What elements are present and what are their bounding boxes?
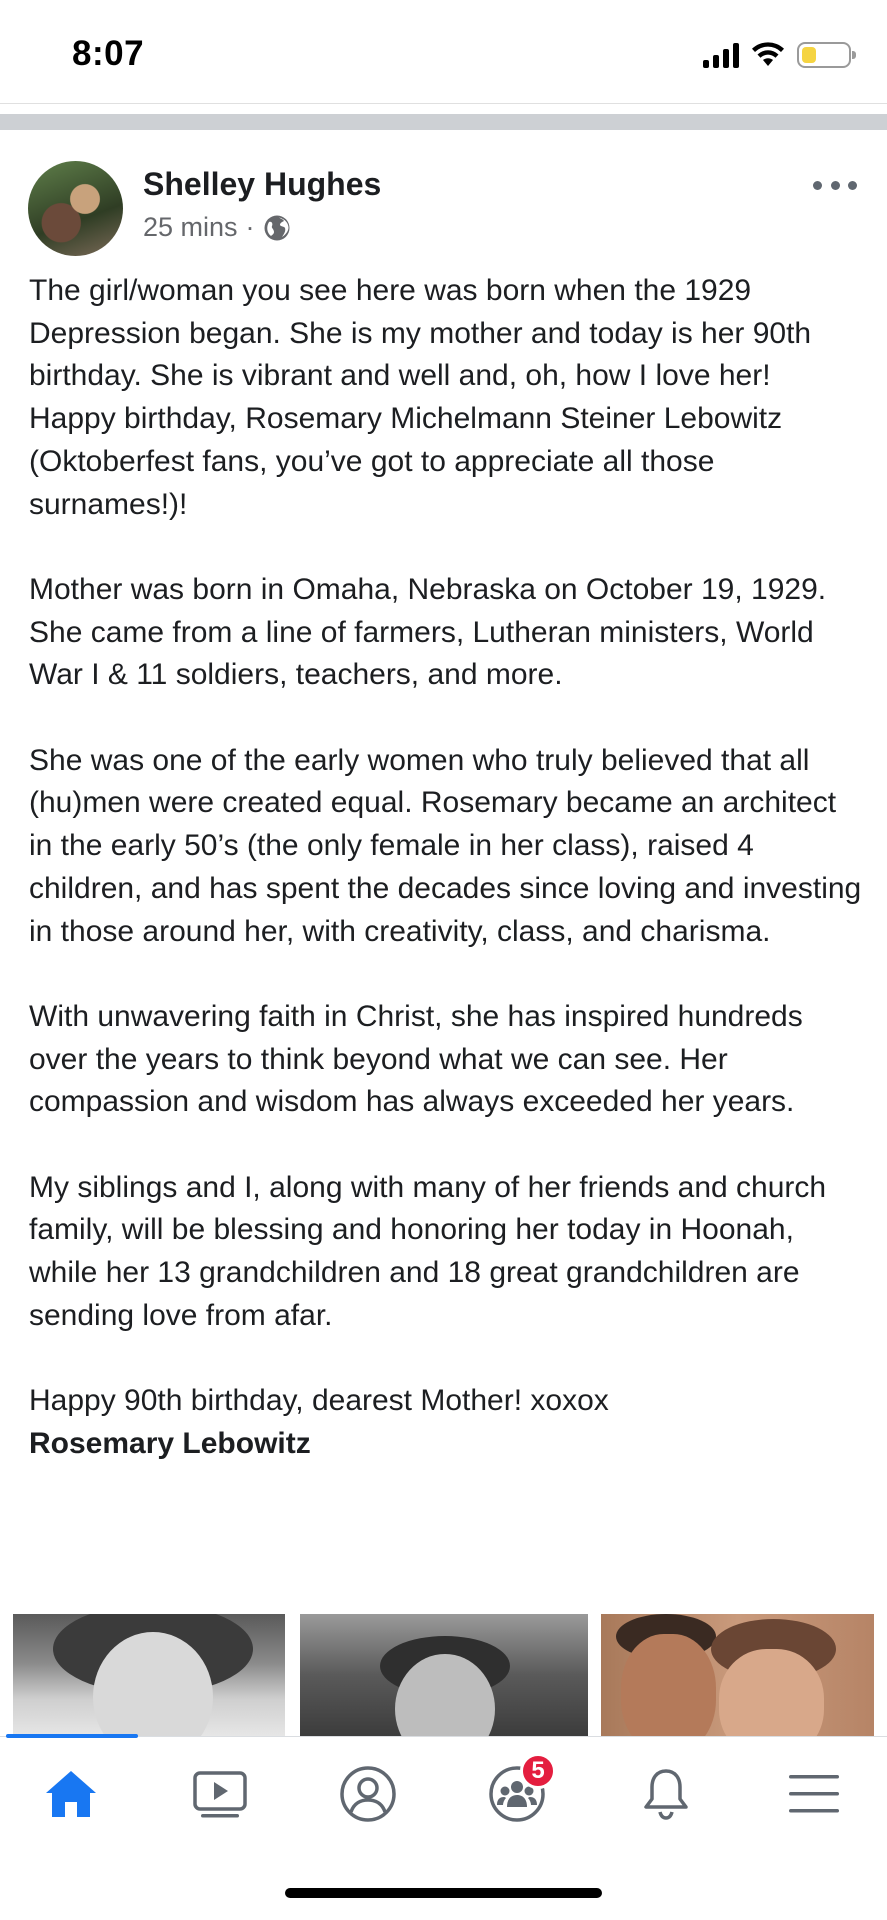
globe-icon[interactable] bbox=[263, 214, 291, 242]
status-time: 8:07 bbox=[72, 34, 145, 73]
post-text: The girl/woman you see here was born whe… bbox=[29, 270, 864, 1466]
wifi-icon bbox=[752, 42, 784, 66]
tab-profile[interactable] bbox=[323, 1759, 413, 1829]
groups-badge: 5 bbox=[520, 1753, 556, 1789]
closing-line: Happy 90th birthday, dearest Mother! xox… bbox=[29, 1384, 609, 1418]
more-options-icon[interactable] bbox=[813, 178, 857, 192]
home-indicator[interactable] bbox=[285, 1888, 602, 1898]
photo-strip bbox=[0, 1614, 887, 1736]
bell-icon bbox=[644, 1769, 688, 1820]
profile-icon bbox=[340, 1766, 396, 1822]
post-photo[interactable] bbox=[300, 1614, 588, 1736]
tab-groups[interactable]: 5 bbox=[472, 1753, 562, 1829]
feed-separator bbox=[0, 114, 887, 130]
tab-watch[interactable] bbox=[175, 1759, 265, 1829]
post-photo[interactable] bbox=[13, 1614, 285, 1736]
status-bar: 8:07 bbox=[0, 0, 887, 104]
tab-notifications[interactable] bbox=[621, 1759, 711, 1829]
video-icon bbox=[193, 1771, 247, 1818]
meta-separator: · bbox=[245, 212, 255, 242]
post-time[interactable]: 25 mins bbox=[143, 212, 238, 243]
tab-menu[interactable] bbox=[769, 1759, 859, 1829]
tab-home[interactable] bbox=[26, 1759, 116, 1829]
post-paragraph: My siblings and I, along with many of he… bbox=[29, 1170, 827, 1332]
post-paragraph: She was one of the early women who truly… bbox=[29, 743, 862, 948]
post-paragraph: With unwavering faith in Christ, she has… bbox=[29, 999, 803, 1119]
cellular-signal-icon bbox=[703, 42, 739, 68]
post-paragraph: The girl/woman you see here was born whe… bbox=[29, 274, 812, 521]
home-icon bbox=[46, 1771, 96, 1817]
post-closing: Happy 90th birthday, dearest Mother! xox… bbox=[29, 1380, 864, 1465]
active-tab-indicator bbox=[6, 1734, 138, 1738]
post-photo[interactable] bbox=[601, 1614, 874, 1736]
tagged-person-link[interactable]: Rosemary Lebowitz bbox=[29, 1423, 864, 1466]
battery-icon bbox=[797, 42, 856, 68]
status-icons bbox=[703, 38, 856, 72]
author-avatar[interactable] bbox=[28, 161, 123, 256]
author-name[interactable]: Shelley Hughes bbox=[143, 166, 381, 203]
post-meta: 25 mins · bbox=[143, 212, 291, 243]
menu-icon bbox=[789, 1775, 839, 1813]
post-paragraph: Mother was born in Omaha, Nebraska on Oc… bbox=[29, 572, 827, 692]
